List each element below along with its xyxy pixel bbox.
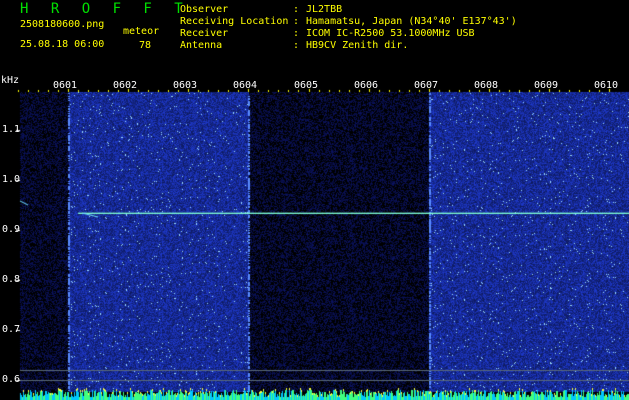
x-tick-label: 0604 [233, 80, 258, 91]
file-name: 2508180600.png [20, 19, 105, 30]
x-tick-label: 0601 [53, 80, 78, 91]
timestamp: 25.08.18 06:00 [20, 39, 105, 50]
y-tick-label: 1.0 [2, 174, 21, 185]
receiver-colon: : [293, 28, 300, 39]
y-tick-label: 0.7 [2, 324, 21, 335]
x-tick-label: 0602 [113, 80, 138, 91]
location-label: Receiving Location [180, 16, 289, 27]
y-axis-unit: kHz [1, 75, 20, 86]
observer-colon: : [293, 4, 300, 15]
x-tick-label: 0610 [594, 80, 619, 91]
antenna-label: Antenna [180, 40, 223, 51]
y-tick-label: 0.8 [2, 274, 21, 285]
meteor-label: meteor [123, 26, 160, 37]
x-tick-label: 0609 [534, 80, 559, 91]
app-brand: H R O F F T [20, 1, 190, 17]
x-tick-label: 0603 [173, 80, 198, 91]
receiver-label: Receiver [180, 28, 229, 39]
y-tick-label: 0.6 [2, 374, 21, 385]
x-tick-label: 0606 [354, 80, 379, 91]
receiver-value: ICOM IC-R2500 53.1000MHz USB [306, 28, 475, 39]
observer-label: Observer [180, 4, 229, 15]
spectrogram-canvas [0, 0, 629, 400]
y-tick-label: 1.1 [2, 124, 21, 135]
spectrogram-window: H R O F F T 2508180600.png 25.08.18 06:0… [0, 0, 629, 400]
x-tick-label: 0608 [474, 80, 499, 91]
location-value: Hamamatsu, Japan (N34°40' E137°43') [306, 16, 517, 27]
y-tick-label: 0.9 [2, 224, 21, 235]
meteor-count: 78 [139, 40, 152, 51]
location-colon: : [293, 16, 300, 27]
x-tick-label: 0605 [294, 80, 319, 91]
antenna-colon: : [293, 40, 300, 51]
x-tick-label: 0607 [414, 80, 439, 91]
antenna-value: HB9CV Zenith dir. [306, 40, 409, 51]
observer-value: JL2TBB [306, 4, 343, 15]
